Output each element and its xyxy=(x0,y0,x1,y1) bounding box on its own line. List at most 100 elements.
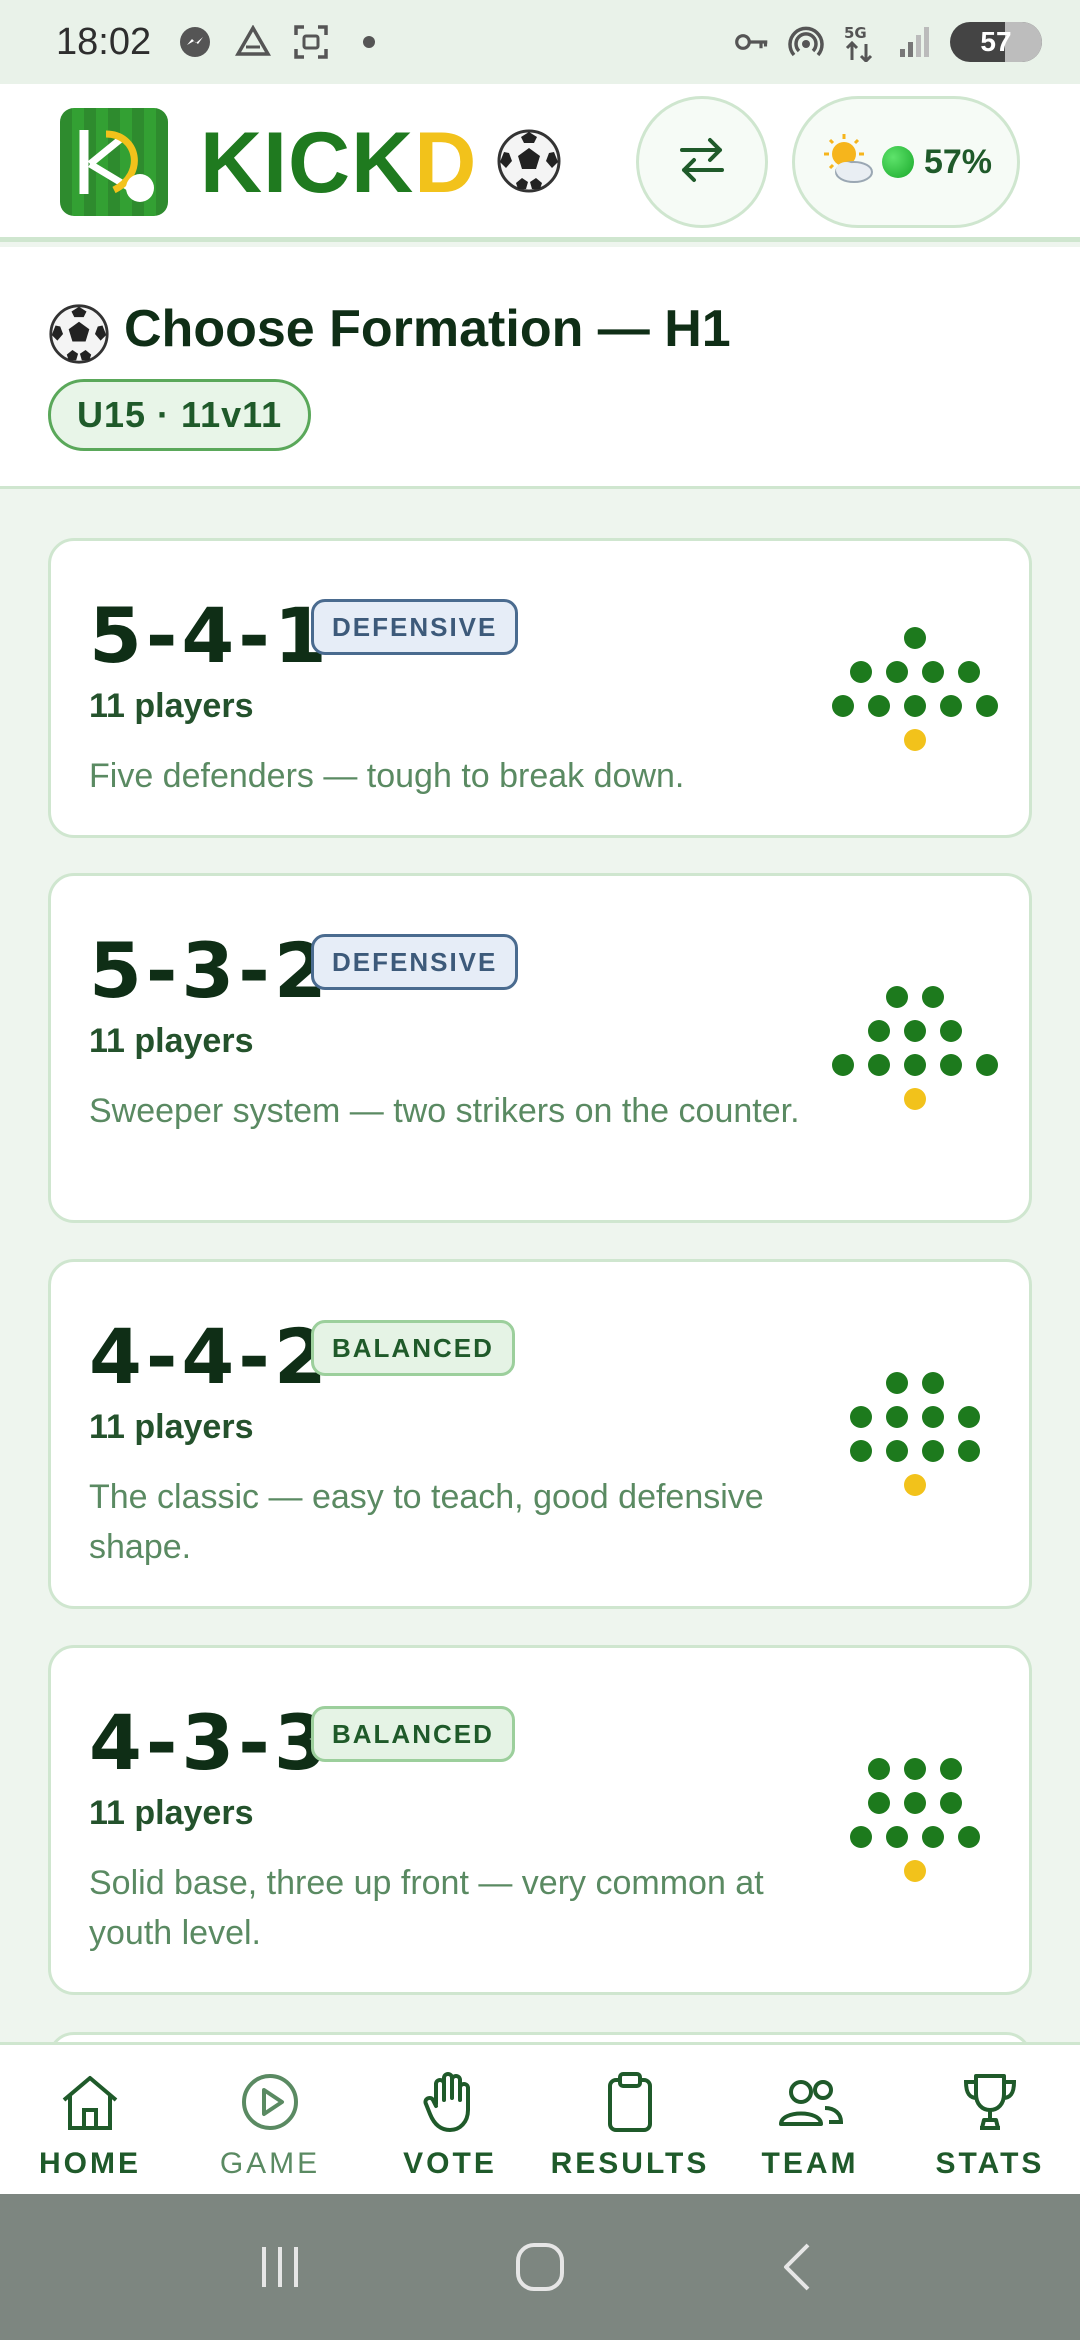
formation-diagram xyxy=(825,627,1005,757)
nav-team[interactable]: TEAM xyxy=(720,2045,900,2194)
signal-icon xyxy=(896,24,932,60)
formation-card[interactable]: 5-3-2 DEFENSIVE 11 players Sweeper syste… xyxy=(48,873,1032,1223)
page-title: Choose Formation — H1 xyxy=(124,300,731,358)
brand-d: D xyxy=(414,115,478,211)
formation-tag: DEFENSIVE xyxy=(311,934,519,990)
player-dot xyxy=(940,1020,962,1042)
formation-card[interactable]: 4-3-3 BALANCED 11 players Solid base, th… xyxy=(48,1645,1032,1995)
app-logo[interactable] xyxy=(60,108,168,216)
formation-name: 4-4-2 xyxy=(89,1312,331,1401)
goalkeeper-dot xyxy=(904,1088,926,1110)
bottom-navigation: HOME GAME VOTE RESULTS TEAM STATS xyxy=(0,2042,1080,2194)
messenger-icon xyxy=(177,24,213,60)
player-dot xyxy=(904,695,926,717)
brand-wordmark: KICKD xyxy=(200,114,477,213)
player-dot xyxy=(868,1054,890,1076)
formation-card[interactable]: 5-4-1 DEFENSIVE 11 players Five defender… xyxy=(48,538,1032,838)
player-dot xyxy=(832,695,854,717)
hotspot-icon xyxy=(788,24,824,60)
5g-icon: 5G xyxy=(842,24,878,62)
status-time: 18:02 xyxy=(56,20,152,63)
hand-icon xyxy=(415,2067,485,2137)
player-dot xyxy=(940,1758,962,1780)
player-dot xyxy=(868,1792,890,1814)
back-button[interactable] xyxy=(760,2227,840,2307)
formation-name: 5-3-2 xyxy=(89,926,331,1015)
status-right: 5G 57 xyxy=(734,0,1042,84)
dot-icon xyxy=(351,24,387,60)
soccer-ball-icon xyxy=(496,128,562,194)
player-dot xyxy=(850,1406,872,1428)
player-dot xyxy=(940,1792,962,1814)
status-left-icons xyxy=(177,24,387,60)
formation-diagram xyxy=(825,1372,1005,1502)
player-dot xyxy=(922,1440,944,1462)
formation-card[interactable]: 4-4-2 BALANCED 11 players The classic — … xyxy=(48,1259,1032,1609)
system-navigation-bar xyxy=(0,2194,1080,2340)
player-count: 11 players xyxy=(89,1794,254,1832)
formation-diagram xyxy=(825,986,1005,1116)
player-dot xyxy=(976,1054,998,1076)
nav-results[interactable]: RESULTS xyxy=(540,2045,720,2194)
brand-kick: KICK xyxy=(200,115,415,211)
player-count: 11 players xyxy=(89,1022,254,1060)
formation-tag: BALANCED xyxy=(311,1320,515,1376)
formation-description: The classic — easy to teach, good defens… xyxy=(89,1478,764,1566)
player-count: 11 players xyxy=(89,1408,254,1446)
player-dot xyxy=(940,1054,962,1076)
nav-label: HOME xyxy=(39,2147,141,2180)
player-dot xyxy=(904,627,926,649)
formation-name: 5-4-1 xyxy=(89,591,331,680)
recent-apps-button[interactable] xyxy=(240,2227,320,2307)
connection-status-dot xyxy=(881,146,914,178)
clipboard-icon xyxy=(595,2067,665,2137)
player-dot xyxy=(886,1826,908,1848)
formation-description: Solid base, three up front — very common… xyxy=(89,1864,764,1952)
player-dot xyxy=(886,1372,908,1394)
key-icon xyxy=(734,24,770,60)
title-section: Choose Formation — H1 U15 · 11v11 xyxy=(0,247,1080,489)
player-dot xyxy=(868,1758,890,1780)
player-dot xyxy=(904,1792,926,1814)
player-dot xyxy=(922,1406,944,1428)
home-system-button[interactable] xyxy=(500,2227,580,2307)
player-dot xyxy=(904,1054,926,1076)
svg-text:5G: 5G xyxy=(844,24,867,42)
player-dot xyxy=(832,1054,854,1076)
screenshot-icon xyxy=(293,24,329,60)
sun-cloud-icon xyxy=(820,132,876,193)
player-dot xyxy=(922,1372,944,1394)
nav-label: RESULTS xyxy=(550,2147,710,2180)
nav-label: STATS xyxy=(935,2147,1045,2180)
nav-stats[interactable]: STATS xyxy=(900,2045,1080,2194)
formation-description: Sweeper system — two strikers on the cou… xyxy=(89,1092,800,1130)
battery-indicator: 57 xyxy=(950,22,1042,62)
formation-tag: BALANCED xyxy=(311,1706,515,1762)
nav-vote[interactable]: VOTE xyxy=(360,2045,540,2194)
player-dot xyxy=(850,1440,872,1462)
player-dot xyxy=(886,1440,908,1462)
drive-icon xyxy=(235,24,272,60)
player-dot xyxy=(868,1020,890,1042)
player-dot xyxy=(868,695,890,717)
player-dot xyxy=(958,1826,980,1848)
nav-game[interactable]: GAME xyxy=(180,2045,360,2194)
weather-status-pill[interactable]: 57% xyxy=(792,96,1020,228)
goalkeeper-dot xyxy=(904,1474,926,1496)
formation-description: Five defenders — tough to break down. xyxy=(89,757,685,795)
people-icon xyxy=(775,2067,845,2137)
player-dot xyxy=(958,1406,980,1428)
nav-label: VOTE xyxy=(403,2147,497,2180)
player-dot xyxy=(922,986,944,1008)
player-dot xyxy=(904,1758,926,1780)
player-dot xyxy=(958,661,980,683)
home-icon xyxy=(55,2067,125,2137)
swap-arrows-icon xyxy=(674,132,730,193)
age-format-chip: U15 · 11v11 xyxy=(48,379,312,451)
weather-percentage: 57% xyxy=(923,142,993,181)
app-header: KICKD 57% xyxy=(0,84,1080,242)
nav-home[interactable]: HOME xyxy=(0,2045,180,2194)
status-bar: 18:02 5G 57 xyxy=(0,0,1080,84)
switch-team-button[interactable] xyxy=(636,96,768,228)
goalkeeper-dot xyxy=(904,729,926,751)
